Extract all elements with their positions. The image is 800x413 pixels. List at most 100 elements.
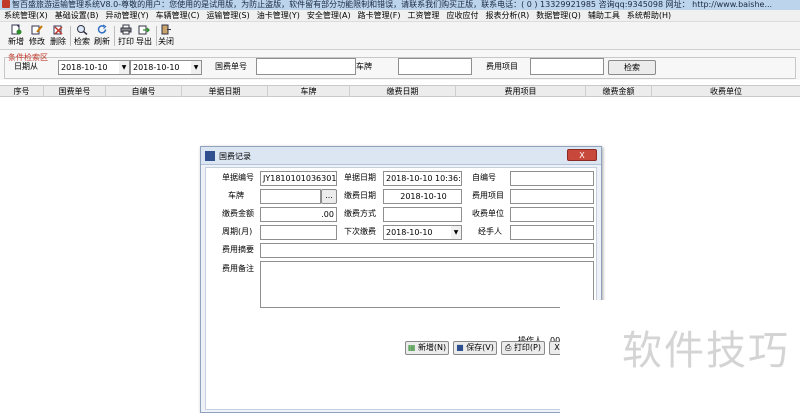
toolbar-separator [114,26,115,46]
menu-item-salary[interactable]: 工资管理 [403,10,442,21]
menu-item-change-management[interactable]: 异动管理(Y) [101,10,151,21]
refresh-button[interactable]: 刷新 [92,24,112,48]
dialog-form: 单据编号 JY181010103630137 单据日期 2018-10-10 1… [205,167,597,410]
menu-item-road-card[interactable]: 路卡管理(F) [354,10,404,21]
dlg-fee-item-input[interactable] [510,189,594,204]
dlg-doc-date-label: 单据日期 [344,173,376,182]
dlg-pay-method-label: 缴费方式 [344,209,376,218]
dlg-print-label: 打印(P) [513,343,542,352]
dlg-pay-date-input[interactable]: 2018-10-10 [383,189,462,204]
date-from-picker[interactable]: 2018-10-10 ▼ [58,60,130,75]
doc-no-label: 国费单号 [215,62,247,71]
dlg-save-label: 保存(V) [466,343,494,352]
search-button[interactable]: 检索 [72,24,92,48]
dlg-handler-input[interactable] [510,225,594,240]
column-header[interactable]: 缴费日期 [350,86,456,97]
date-to-picker[interactable]: 2018-10-10 ▼ [130,60,202,75]
menu-item-transport[interactable]: 运输管理(S) [202,10,252,21]
column-header[interactable]: 国费单号 [44,86,106,97]
column-header[interactable]: 费用项目 [456,86,586,97]
menu-item-reports[interactable]: 报表分析(R) [481,10,532,21]
dlg-remark-textarea[interactable] [260,261,594,308]
fee-item-input[interactable] [530,58,604,75]
print-button[interactable]: 打印 [116,24,136,48]
menu-item-data[interactable]: 数据管理(Q) [532,10,584,21]
edit-icon [31,25,43,35]
menu-item-vehicle[interactable]: 车辆管理(C) [152,10,203,21]
dialog-icon [205,151,215,161]
refresh-label: 刷新 [94,37,110,46]
date-from-value: 2018-10-10 [61,63,108,72]
dlg-next-pay-picker[interactable]: 2018-10-10 ▼ [383,225,462,240]
dropdown-arrow-icon[interactable]: ▼ [119,61,129,74]
toolbar: 新增 修改 删除 检索 刷新 打印 导出 关闭 [0,22,800,50]
grid-header: 序号 国费单号 自编号 单据日期 车牌 缴费日期 费用项目 缴费金额 收费单位 [0,85,800,97]
exit-door-icon [161,24,171,35]
new-icon [11,24,22,35]
dlg-doc-date-input[interactable]: 2018-10-10 10:36:30 [383,171,462,186]
dlg-self-no-input[interactable] [510,171,594,186]
plate-browse-button[interactable]: ... [321,189,337,204]
new-button[interactable]: 新增 [6,24,26,48]
menu-item-safety[interactable]: 安全管理(A) [303,10,354,21]
dlg-pay-method-input[interactable] [383,207,462,222]
print-label: 打印 [118,37,134,46]
dropdown-arrow-icon[interactable]: ▼ [191,61,201,74]
plate-input[interactable] [398,58,472,75]
column-header[interactable]: 车牌 [268,86,350,97]
dlg-amount-label: 缴费金额 [222,209,254,218]
dlg-pay-date-label: 缴费日期 [344,191,376,200]
dropdown-arrow-icon[interactable]: ▼ [451,226,461,239]
dlg-fee-item-label: 费用项目 [472,191,504,200]
dlg-print-button[interactable]: ⎙ 打印(P) [501,341,545,355]
close-button[interactable]: 关闭 [156,24,176,48]
dialog-close-button[interactable]: X [567,149,597,161]
export-button[interactable]: 导出 [134,24,154,48]
new-record-icon: ▦ [407,343,416,352]
search-icon [77,25,88,35]
dlg-remark-label: 费用备注 [222,264,254,273]
column-header[interactable]: 自编号 [106,86,182,97]
menu-item-fuel-card[interactable]: 油卡管理(Y) [253,10,303,21]
export-icon [138,25,150,35]
menu-item-system[interactable]: 系统管理(X) [0,10,51,21]
search-label: 检索 [74,37,90,46]
menu-item-tools[interactable]: 辅助工具 [584,10,623,21]
filter-search-button[interactable]: 检索 [608,60,656,75]
column-header[interactable]: 缴费金额 [586,86,652,97]
fee-item-label: 费用项目 [486,62,518,71]
delete-button[interactable]: 删除 [48,24,68,48]
toolbar-separator [70,26,71,46]
column-header[interactable]: 单据日期 [182,86,268,97]
dlg-handler-label: 经手人 [478,227,502,236]
menu-bar: 系统管理(X) 基础设置(B) 异动管理(Y) 车辆管理(C) 运输管理(S) 油卡管理(… [0,10,800,22]
window-title: 智百盛旅游运输管理系统V8.0-尊敬的用户：您使用的是试用版，为防止盗版，软件留… [12,0,773,9]
dlg-doc-no-input[interactable]: JY181010103630137 [260,171,337,186]
new-label: 新增 [8,37,24,46]
dlg-cycle-label: 周期(月) [222,227,253,236]
dlg-save-button[interactable]: ■ 保存(V) [453,341,497,355]
dlg-amount-input[interactable]: .00 [260,207,337,222]
column-header[interactable]: 序号 [0,86,44,97]
close-label: 关闭 [158,37,174,46]
fee-record-dialog: 国费记录 X 单据编号 JY181010103630137 单据日期 2018-… [200,146,602,413]
edit-label: 修改 [29,37,45,46]
dlg-new-button[interactable]: ▦ 新增(N) [405,341,449,355]
edit-button[interactable]: 修改 [27,24,47,48]
dialog-title: 国费记录 [219,152,251,161]
dlg-payee-input[interactable] [510,207,594,222]
menu-item-basic-settings[interactable]: 基础设置(B) [51,10,102,21]
dlg-next-pay-value: 2018-10-10 [386,228,433,237]
menu-item-receivable-payable[interactable]: 应收应付 [442,10,481,21]
column-header[interactable]: 收费单位 [652,86,800,97]
doc-no-input[interactable] [256,58,356,75]
refresh-icon [97,24,107,34]
dlg-plate-input[interactable] [260,189,321,204]
dlg-summary-input[interactable] [260,243,594,258]
dlg-summary-label: 费用摘要 [222,245,254,254]
dlg-doc-no-label: 单据编号 [222,173,254,182]
dlg-cycle-input[interactable] [260,225,337,240]
dialog-title-bar[interactable]: 国费记录 X [201,147,601,165]
date-from-label: 日期从 [14,62,38,71]
menu-item-help[interactable]: 系统帮助(H) [623,10,674,21]
